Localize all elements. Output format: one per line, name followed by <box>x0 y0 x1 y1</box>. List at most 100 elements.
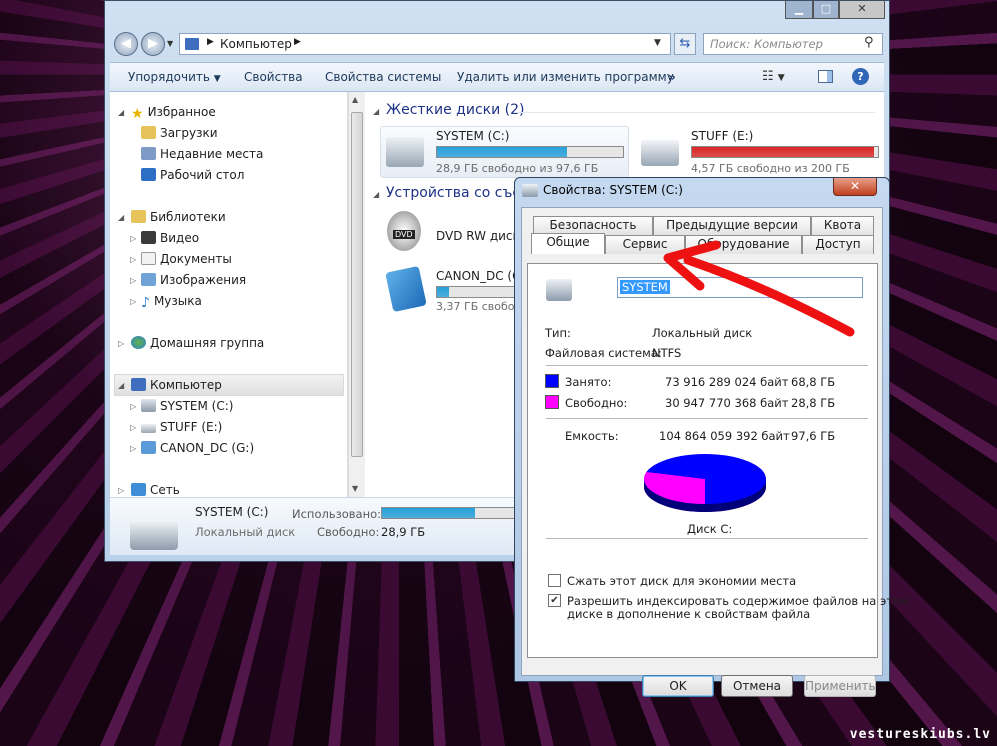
removable-group-header[interactable]: Устройства со съе <box>386 185 521 201</box>
refresh-icon[interactable]: ⇆ <box>674 33 696 55</box>
expand-arrow-icon[interactable]: ▷ <box>130 297 136 306</box>
compress-checkbox[interactable] <box>548 574 561 587</box>
tab-quota[interactable]: Квота <box>811 216 874 235</box>
scroll-thumb[interactable] <box>351 112 363 457</box>
drive-g-name[interactable]: CANON_DC (G <box>436 269 521 283</box>
expand-arrow-icon[interactable]: ▷ <box>118 486 124 495</box>
expand-arrow-icon[interactable]: ▷ <box>130 402 136 411</box>
drive-c-free-text: 28,9 ГБ свободно из 97,6 ГБ <box>436 162 599 175</box>
search-icon[interactable]: ⚲ <box>864 35 874 50</box>
nav-network[interactable]: Сеть <box>131 483 180 497</box>
breadcrumb-arrow-icon[interactable]: ▶ <box>207 37 214 47</box>
hard-disks-group-header[interactable]: Жесткие диски (2) <box>386 102 524 118</box>
view-options-icon[interactable]: ☷ ▼ <box>762 69 785 84</box>
system-properties-button[interactable]: Свойства системы <box>325 70 441 84</box>
breadcrumb-computer[interactable]: Компьютер <box>220 37 292 51</box>
help-icon[interactable]: ? <box>852 68 869 85</box>
recent-pages-icon[interactable]: ▼ <box>167 39 173 48</box>
network-icon <box>131 483 146 496</box>
ok-button[interactable]: OK <box>642 675 714 697</box>
more-commands-button[interactable]: » <box>668 70 676 84</box>
drive-g-usage-fill <box>437 287 449 297</box>
free-bytes: 30 947 770 368 байт <box>665 396 789 410</box>
filesystem-label: Файловая система: <box>545 346 662 360</box>
collapse-arrow-icon[interactable]: ◢ <box>118 381 124 390</box>
forward-button[interactable]: ▶ <box>141 32 165 56</box>
tab-hardware[interactable]: Оборудование <box>685 235 802 254</box>
nav-libraries[interactable]: Библиотеки <box>131 210 226 224</box>
breadcrumb-arrow-icon[interactable]: ▶ <box>294 37 301 47</box>
system-drive-icon <box>141 399 156 412</box>
index-label-line2: диске в дополнение к свойствам файла <box>567 607 811 621</box>
scroll-up-icon[interactable]: ▲ <box>352 95 358 104</box>
expand-arrow-icon[interactable]: ▷ <box>130 276 136 285</box>
expand-arrow-icon[interactable]: ▷ <box>130 234 136 243</box>
collapse-arrow-icon[interactable]: ◢ <box>373 190 379 199</box>
expand-arrow-icon[interactable]: ▷ <box>130 444 136 453</box>
properties-dialog: Свойства: SYSTEM (C:) ✕ Безопасность Пре… <box>514 177 909 697</box>
used-space-swatch <box>545 374 559 388</box>
tab-sharing[interactable]: Доступ <box>802 235 874 254</box>
address-bar[interactable]: ▶ Компьютер ▶ ▼ <box>179 33 671 55</box>
nav-documents[interactable]: Документы <box>141 252 232 266</box>
apply-button[interactable]: Применить <box>804 675 876 697</box>
search-input[interactable]: Поиск: Компьютер ⚲ <box>703 33 883 55</box>
tab-previous-versions[interactable]: Предыдущие версии <box>653 216 811 235</box>
nav-desktop[interactable]: Рабочий стол <box>141 168 244 182</box>
properties-button[interactable]: Свойства <box>244 70 303 84</box>
dvd-badge: DVD <box>393 230 415 239</box>
nav-drive-c-label: SYSTEM (C:) <box>160 399 234 413</box>
separator <box>546 418 868 419</box>
dialog-close-button[interactable]: ✕ <box>833 178 877 196</box>
nav-homegroup[interactable]: Домашняя группа <box>131 336 264 350</box>
maximize-button[interactable]: □ <box>813 1 839 19</box>
watermark-text: vestureskiubs.lv <box>849 727 991 742</box>
nav-drive-g-label: CANON_DC (G:) <box>160 441 255 455</box>
used-gb: 68,8 ГБ <box>791 375 836 389</box>
cancel-button[interactable]: Отмена <box>721 675 793 697</box>
nav-scrollbar[interactable]: ▲ ▼ <box>348 92 365 497</box>
system-drive-icon <box>546 279 572 301</box>
scroll-down-icon[interactable]: ▼ <box>352 484 358 493</box>
drive-title-icon <box>522 184 538 197</box>
nav-recent-places[interactable]: Недавние места <box>141 147 263 161</box>
organize-button[interactable]: Упорядочить ▼ <box>128 70 221 84</box>
volume-label-input[interactable]: SYSTEM <box>617 277 863 298</box>
capacity-bytes: 104 864 059 392 байт <box>659 429 790 443</box>
preview-pane-icon[interactable] <box>818 70 833 83</box>
collapse-arrow-icon[interactable]: ◢ <box>373 107 379 116</box>
expand-arrow-icon[interactable]: ▷ <box>130 423 136 432</box>
tab-general[interactable]: Общие <box>531 233 605 254</box>
dialog-body: Безопасность Предыдущие версии Квота Общ… <box>521 207 909 697</box>
drive-e-usage-fill <box>692 147 875 157</box>
back-button[interactable]: ◀ <box>114 32 138 56</box>
tab-tools[interactable]: Сервис <box>605 235 685 254</box>
free-space-swatch <box>545 395 559 409</box>
nav-music[interactable]: ♪ Музыка <box>141 294 202 311</box>
drive-g-usage-bar <box>436 286 516 298</box>
index-checkbox[interactable]: ✔ <box>548 594 561 607</box>
nav-video[interactable]: Видео <box>141 231 199 245</box>
collapse-arrow-icon[interactable]: ◢ <box>118 213 124 222</box>
expand-arrow-icon[interactable]: ▷ <box>130 255 136 264</box>
nav-computer[interactable]: Компьютер <box>131 378 222 392</box>
drive-e-name[interactable]: STUFF (E:) <box>691 129 753 143</box>
nav-favorites[interactable]: ★ Избранное <box>131 105 216 122</box>
nav-drive-c[interactable]: SYSTEM (C:) <box>141 399 233 413</box>
expand-arrow-icon[interactable]: ▷ <box>118 339 124 348</box>
drive-c-name: SYSTEM (C:) <box>436 129 510 143</box>
close-button[interactable]: ✕ <box>839 1 885 19</box>
uninstall-program-button[interactable]: Удалить или изменить программу <box>457 70 674 84</box>
documents-library-icon <box>141 252 156 265</box>
nav-drive-g[interactable]: CANON_DC (G:) <box>141 441 254 455</box>
address-dropdown-icon[interactable]: ▼ <box>654 38 661 48</box>
nav-images[interactable]: Изображения <box>141 273 246 287</box>
collapse-arrow-icon[interactable]: ◢ <box>118 108 124 117</box>
type-label: Тип: <box>545 326 571 340</box>
pictures-library-icon <box>141 273 156 286</box>
nav-downloads[interactable]: Загрузки <box>141 126 218 140</box>
separator <box>546 538 868 539</box>
minimize-button[interactable]: ▁ <box>785 1 813 19</box>
nav-drive-e[interactable]: STUFF (E:) <box>141 420 222 434</box>
video-library-icon <box>141 231 156 244</box>
